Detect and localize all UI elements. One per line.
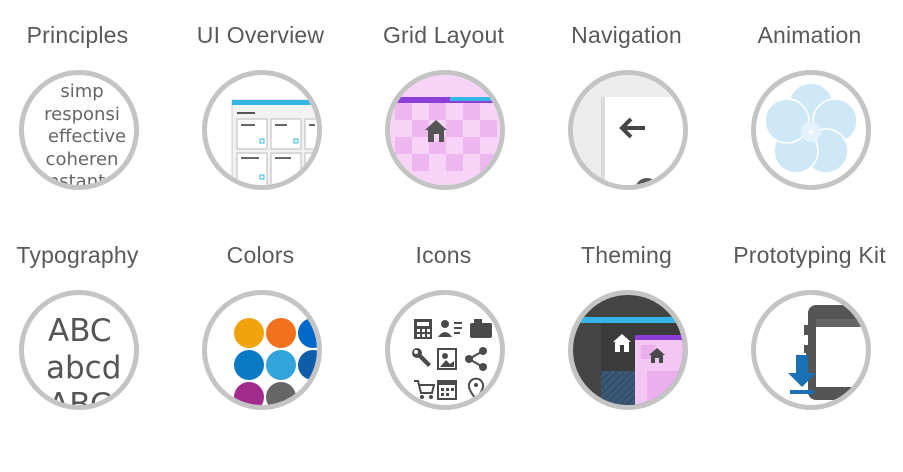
color-swatch — [234, 350, 264, 380]
topic-navigation[interactable]: Navigation — [535, 18, 718, 218]
color-swatch — [266, 318, 296, 348]
topic-label-icons: Icons — [415, 242, 472, 268]
topic-label-prototyping-kit: Prototyping Kit — [733, 242, 886, 268]
principles-word-2: responsi — [44, 104, 120, 125]
grid-layout-icon — [385, 70, 505, 190]
principles-word-4: coheren — [46, 149, 119, 170]
icon-set-icon — [385, 290, 505, 410]
color-swatch — [234, 318, 264, 348]
typography-sample-icon: ABC abcd ABC — [19, 290, 139, 410]
topic-label-animation: Animation — [757, 22, 862, 48]
topic-label-ui-overview: UI Overview — [196, 22, 325, 48]
typography-sample-uppercase: ABC — [48, 313, 112, 349]
topic-label-typography: Typography — [16, 242, 139, 268]
topic-animation[interactable]: Animation — [718, 18, 901, 218]
typography-sample-lowercase: abcd — [46, 350, 121, 386]
topic-prototyping-kit[interactable]: Prototyping Kit — [718, 238, 901, 438]
topic-label-grid-layout: Grid Layout — [382, 22, 505, 48]
color-swatch — [266, 382, 296, 405]
principles-word-1: simp — [60, 81, 103, 102]
ui-overview-screens-icon — [202, 70, 322, 190]
animation-flower-icon — [751, 70, 871, 190]
color-swatch — [298, 350, 317, 380]
color-swatch — [266, 350, 296, 380]
principles-word-5: instant — [43, 171, 105, 185]
theming-icon — [568, 290, 688, 410]
color-swatch — [234, 382, 264, 405]
topic-ui-overview[interactable]: UI Overview — [169, 18, 352, 218]
topic-principles[interactable]: Principles simp responsi effective coher… — [0, 18, 169, 218]
topic-icons[interactable]: Icons — [352, 238, 535, 438]
color-swatch — [298, 318, 317, 348]
principles-word-3: effective — [48, 126, 126, 147]
principles-words-icon: simp responsi effective coheren instant — [19, 70, 139, 190]
typography-sample-uppercase-2: ABC — [48, 387, 112, 405]
download-kit-icon — [751, 290, 871, 410]
back-arrow-icon — [568, 70, 688, 190]
topic-colors[interactable]: Colors — [169, 238, 352, 438]
topic-typography[interactable]: Typography ABC abcd ABC — [0, 238, 169, 438]
topic-theming[interactable]: Theming — [535, 238, 718, 438]
topic-label-navigation: Navigation — [571, 22, 682, 48]
topic-label-principles: Principles — [26, 22, 129, 48]
topic-label-theming: Theming — [581, 242, 672, 268]
color-swatches-icon — [202, 290, 322, 410]
topic-grid-layout[interactable]: Grid Layout — [352, 18, 535, 218]
topic-label-colors: Colors — [226, 242, 295, 268]
